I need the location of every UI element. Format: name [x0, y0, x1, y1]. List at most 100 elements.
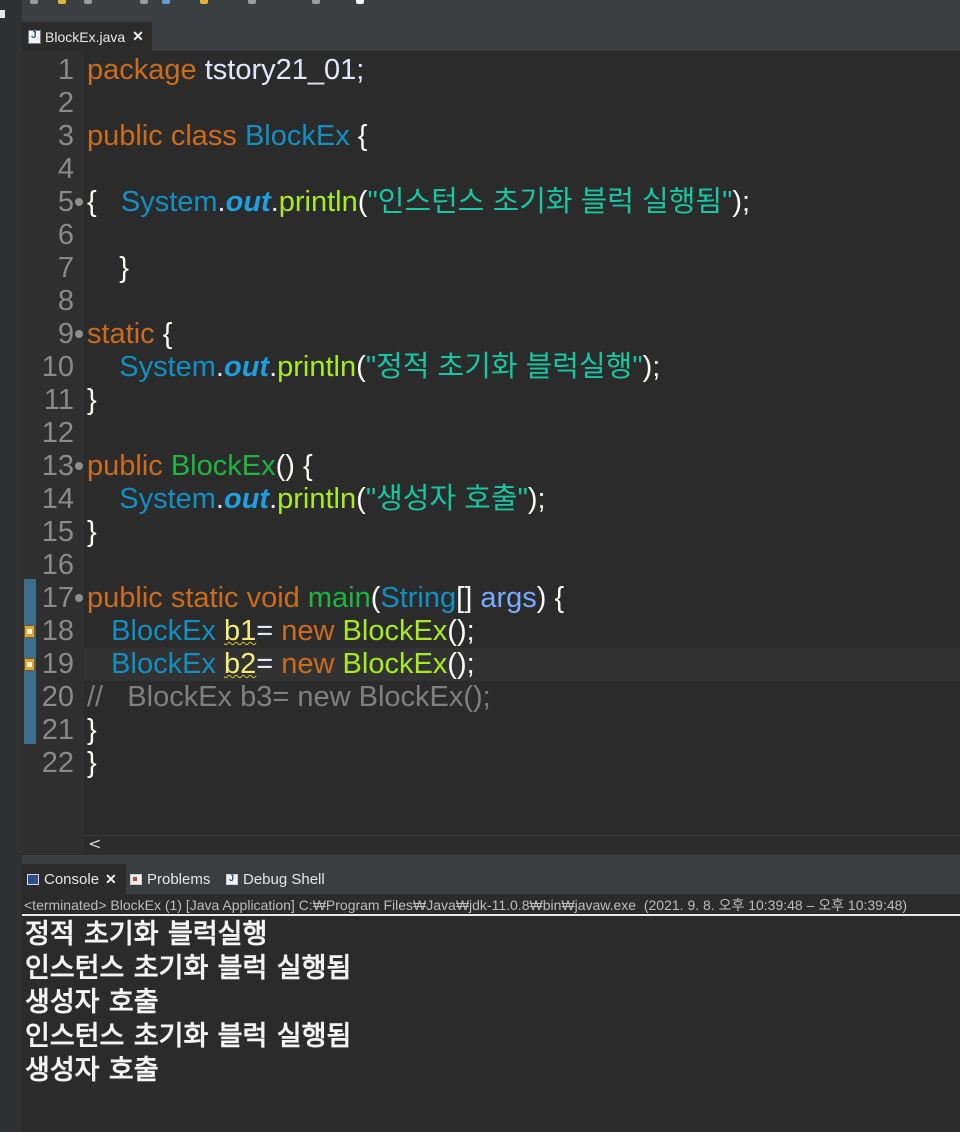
line-number: 6	[57, 219, 74, 251]
ruler-footer	[22, 835, 84, 854]
method-call: println	[277, 483, 357, 515]
code-line-10: System.out.println("정적 초기화 블럭실행");	[87, 351, 660, 384]
code-line-1: package tstory21_01;	[87, 54, 364, 87]
keyword: public class	[87, 120, 237, 152]
tab-label: Console	[44, 870, 100, 888]
method-call: println	[277, 351, 357, 383]
editor-tab-label: BlockEx.java	[45, 28, 126, 45]
brace: {	[349, 120, 368, 152]
paren: ();	[447, 648, 475, 680]
fold-icon[interactable]	[75, 462, 83, 470]
brace: }	[87, 252, 129, 284]
fold-icon[interactable]	[75, 594, 83, 602]
panel-divider[interactable]	[22, 855, 960, 864]
code-line-11: }	[87, 384, 97, 417]
line-number: 2	[57, 87, 74, 119]
brace: {	[87, 186, 121, 218]
warning-marker-icon[interactable]	[24, 625, 35, 638]
class-ref: BlockEx	[111, 615, 216, 647]
method-name: main	[307, 582, 371, 614]
editor-tab-blockex[interactable]: BlockEx.java ✕	[22, 22, 152, 51]
array-brackets: []	[456, 582, 481, 614]
fold-icon[interactable]	[75, 198, 83, 206]
line-number: 5	[57, 186, 74, 218]
brace: }	[87, 747, 97, 779]
code-area[interactable]: package tstory21_01; public class BlockE…	[84, 51, 960, 835]
toolbar-icon[interactable]	[248, 0, 256, 4]
paren: (	[356, 351, 366, 383]
constructor-call: BlockEx	[342, 648, 448, 680]
output-line: 생성자 호출	[25, 1055, 159, 1086]
local-variable: b2	[224, 648, 257, 680]
toolbar-icon[interactable]	[312, 0, 320, 4]
brace: }	[87, 714, 97, 746]
comment: // BlockEx b3= new BlockEx();	[87, 681, 491, 713]
dot: .	[269, 351, 278, 383]
static-field: out	[223, 351, 270, 383]
toolbar-icon[interactable]	[162, 0, 170, 4]
paren: (	[356, 483, 366, 515]
code-line-17: public static void main(String[] args) {	[87, 582, 564, 615]
line-number: 8	[57, 285, 74, 317]
keyword: public static void	[87, 582, 300, 614]
line-number: 1	[57, 54, 74, 86]
method-call: println	[278, 186, 358, 218]
line-number: 22	[41, 747, 74, 779]
output-line: 생성자 호출	[25, 987, 159, 1018]
brace: }	[87, 516, 97, 548]
close-icon[interactable]: ✕	[105, 871, 117, 888]
paren: (	[357, 186, 368, 218]
code-line-18: BlockEx b1= new BlockEx();	[87, 615, 475, 648]
tab-label: Problems	[147, 870, 211, 888]
warning-marker-icon[interactable]	[24, 658, 35, 671]
keyword: package	[87, 54, 197, 86]
console-output[interactable]: 정적 초기화 블럭실행 인스턴스 초기화 블럭 실행됨 생성자 호출 인스턴스 …	[22, 916, 960, 1132]
console-tab-bar: Console ✕ Problems Debug Shell	[22, 864, 960, 894]
code-editor[interactable]: 1 2 3 4 5 6 7 8 9 10 11 12 13 14 15 16 1…	[22, 51, 960, 835]
code-line-3: public class BlockEx {	[87, 120, 367, 153]
line-number: 10	[41, 351, 74, 383]
code-line-13: public BlockEx() {	[87, 450, 313, 483]
paren: );	[527, 483, 546, 515]
constructor-name: BlockEx	[170, 450, 276, 482]
line-number: 14	[41, 483, 74, 515]
editor-tab-bar: BlockEx.java ✕	[22, 20, 960, 51]
brace: ) {	[536, 582, 565, 614]
line-number: 16	[41, 549, 74, 581]
fold-icon[interactable]	[75, 330, 83, 338]
console-status-line: <terminated> BlockEx (1) [Java Applicati…	[22, 894, 960, 916]
keyword: public	[87, 450, 163, 482]
output-line: 인스턴스 초기화 블럭 실행됨	[25, 1021, 352, 1052]
close-icon[interactable]: ✕	[132, 28, 144, 45]
scroll-left-icon[interactable]: <	[88, 834, 101, 853]
static-field: out	[225, 186, 271, 218]
dot: .	[270, 186, 279, 218]
local-variable: b1	[224, 615, 257, 647]
tab-debug-shell[interactable]: Debug Shell	[226, 864, 325, 894]
line-number: 3	[57, 120, 74, 152]
tab-console[interactable]: Console ✕	[22, 864, 126, 894]
toolbar-strip	[0, 0, 960, 20]
line-number: 4	[57, 153, 74, 185]
toolbar-icon[interactable]	[356, 0, 364, 4]
operator: =	[256, 615, 282, 647]
dot: .	[215, 351, 224, 383]
toolbar-icon[interactable]	[58, 0, 66, 4]
tab-problems[interactable]: Problems	[130, 864, 210, 894]
toolbar-icon[interactable]	[30, 0, 38, 4]
toolbar-icon[interactable]	[200, 0, 208, 4]
line-number: 11	[43, 384, 74, 416]
string-literal: "정적 초기화 블럭실행"	[365, 351, 643, 383]
horizontal-scrollbar[interactable]: <	[84, 834, 960, 855]
code-line-20: // BlockEx b3= new BlockEx();	[87, 681, 491, 714]
string-literal: "생성자 호출"	[365, 483, 528, 515]
line-number: 13	[41, 450, 74, 482]
toolbar-icon[interactable]	[84, 0, 92, 4]
line-number: 9	[57, 318, 74, 350]
toolbar-icon[interactable]	[140, 0, 148, 4]
code-line-9: static {	[87, 318, 172, 351]
package-name: tstory21_01;	[196, 54, 365, 86]
